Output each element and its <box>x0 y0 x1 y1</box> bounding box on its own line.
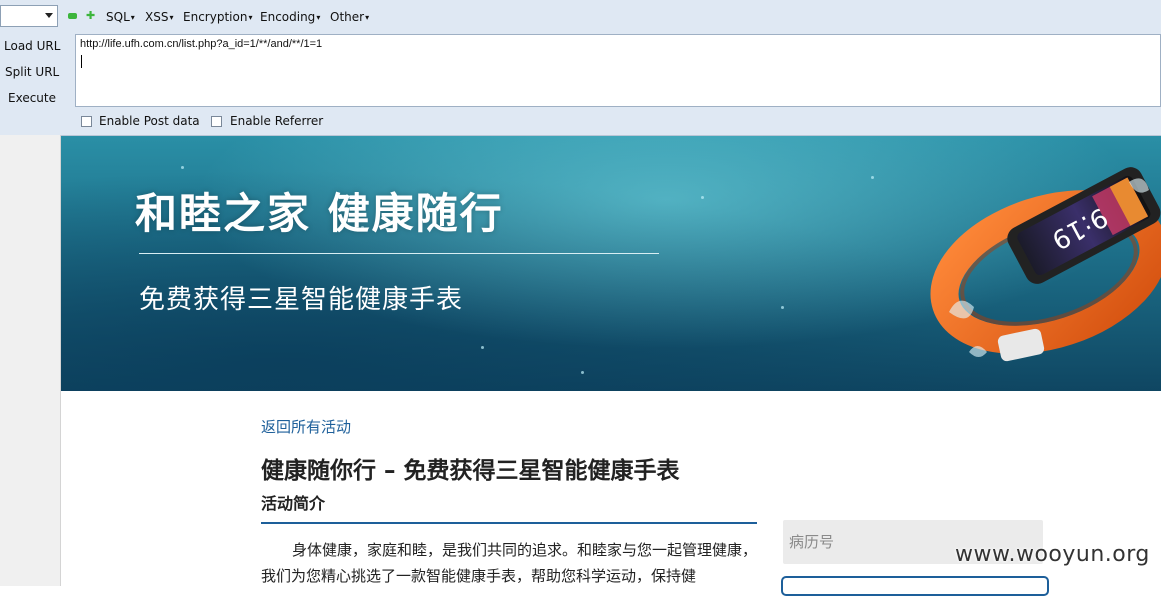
sparkle <box>481 346 484 349</box>
load-url-button[interactable]: Load URL <box>4 38 60 54</box>
enable-referrer-checkbox[interactable] <box>211 116 222 127</box>
intro-paragraph: 身体健康，家庭和睦，是我们共同的追求。和睦家与您一起管理健康，我们为您精心挑选了… <box>261 541 758 585</box>
hackbar-toolbar: ✚ SQL XSS Encryption Encoding Other Load… <box>0 0 1161 136</box>
menu-xss[interactable]: XSS <box>145 9 173 26</box>
sparkle <box>581 371 584 374</box>
banner-title: 和睦之家 健康随行 <box>135 189 504 238</box>
enable-referrer-label: Enable Referrer <box>230 114 324 128</box>
section-title: 活动简介 <box>261 494 326 513</box>
browser-sidebar <box>0 135 61 586</box>
sparkle <box>181 166 184 169</box>
menu-encoding[interactable]: Encoding <box>260 9 320 26</box>
url-value: http://life.ufh.com.cn/list.php?a_id=1/*… <box>80 38 323 50</box>
split-url-button[interactable]: Split URL <box>5 64 59 80</box>
enable-post-label: Enable Post data <box>99 114 200 128</box>
chevron-down-icon <box>45 13 53 18</box>
enable-post-checkbox[interactable] <box>81 116 92 127</box>
watermark: www.wooyun.org <box>955 542 1150 567</box>
form-next-field[interactable] <box>781 576 1049 596</box>
text-caret <box>81 55 82 68</box>
smartwatch-image: 9:19 <box>930 167 1161 362</box>
sparkle <box>701 196 704 199</box>
menu-other[interactable]: Other <box>330 9 369 26</box>
increase-icon[interactable]: ✚ <box>86 10 95 22</box>
hackbar-menu-bar: ✚ SQL XSS Encryption Encoding Other <box>0 0 1161 34</box>
banner-subtitle: 免费获得三星智能健康手表 <box>139 285 464 315</box>
back-to-all-activities-link[interactable]: 返回所有活动 <box>261 416 351 437</box>
sparkle <box>871 176 874 179</box>
article-title: 健康随你行 – 免费获得三星智能健康手表 <box>261 458 680 484</box>
sparkle <box>781 306 784 309</box>
menu-sql[interactable]: SQL <box>106 9 135 26</box>
hero-banner: 和睦之家 健康随行 免费获得三星智能健康手表 9:19 <box>61 136 1161 391</box>
execute-button[interactable]: Execute <box>8 90 56 106</box>
decrease-icon[interactable] <box>68 13 77 19</box>
menu-encryption[interactable]: Encryption <box>183 9 252 26</box>
url-textarea[interactable]: http://life.ufh.com.cn/list.php?a_id=1/*… <box>75 34 1161 107</box>
hackbar-dropdown[interactable] <box>0 5 58 27</box>
banner-divider <box>139 253 659 254</box>
section-divider <box>261 522 757 524</box>
